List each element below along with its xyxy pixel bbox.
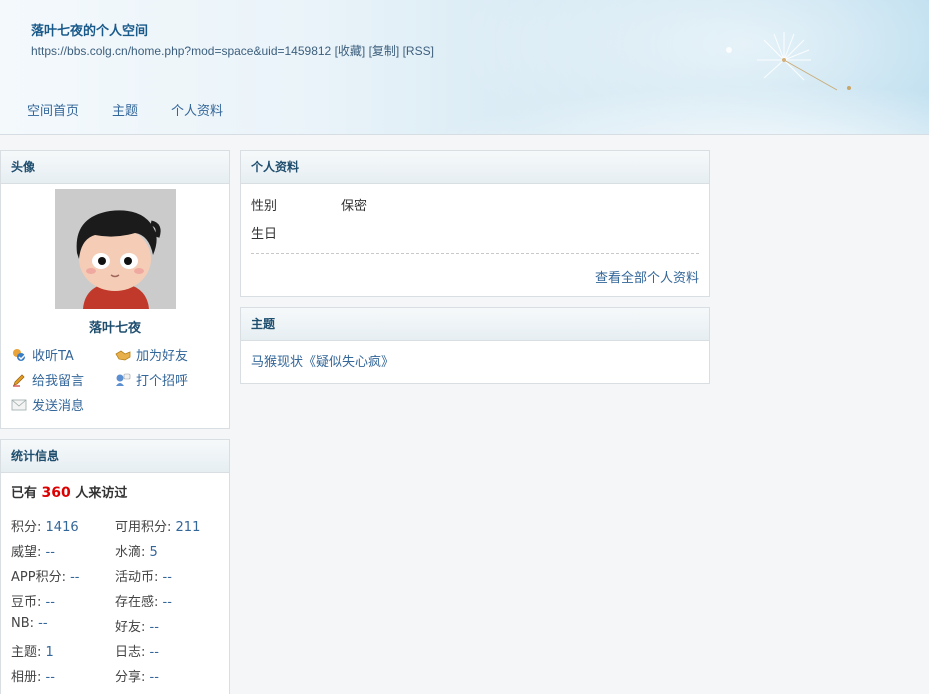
stat-value[interactable]: 5 [150,545,158,560]
profile-panel-heading: 个人资料 [241,151,709,184]
visits-summary: 已有 360 人来访过 [11,482,127,501]
stat-item: 好友: -- [115,616,159,635]
stat-label: 水滴: [115,545,146,560]
visits-count: 360 [41,485,71,501]
stats-panel-heading: 统计信息 [1,440,229,473]
rss-link[interactable]: [RSS] [403,44,434,58]
profile-divider [251,253,699,254]
stat-label: 日志: [115,645,146,660]
stat-value[interactable]: -- [163,570,172,585]
avatar[interactable] [55,189,176,309]
handshake-icon [115,348,131,362]
visits-prefix: 已有 [11,486,38,501]
stat-value[interactable]: -- [163,595,172,610]
dandelion-decoration [726,32,851,91]
space-nav: 空间首页 主题 个人资料 [27,100,256,119]
stat-value[interactable]: 211 [176,520,201,535]
stat-label: 可用积分: [115,520,172,535]
view-all-profile-link[interactable]: 查看全部个人资料 [595,267,699,286]
stat-label: APP积分: [11,570,66,585]
stat-label: 积分: [11,520,42,535]
stat-value[interactable]: -- [70,570,79,585]
topics-panel: 主题 马猴现状《疑似失心疯》 [240,307,710,384]
stat-value[interactable]: -- [150,620,159,635]
stat-label: 活动币: [115,570,159,585]
stat-label: 主题: [11,645,42,660]
pencil-icon [11,373,27,387]
nav-space-home[interactable]: 空间首页 [27,100,79,119]
stat-item: 存在感: -- [115,591,172,610]
birthday-label: 生日 [251,227,278,242]
stat-item: 活动币: -- [115,566,172,585]
follow-label: 收听TA [32,349,74,364]
nav-profile[interactable]: 个人资料 [171,100,223,119]
stats-panel: 统计信息 已有 360 人来访过 积分: 1416 可用积分: 211 威望: … [0,439,230,694]
stat-item: 可用积分: 211 [115,516,200,535]
send-message-button[interactable]: 发送消息 [11,395,84,414]
stat-item: 威望: -- [11,541,55,560]
stat-item: 豆币: -- [11,591,55,610]
stat-item: 日志: -- [115,641,159,660]
stat-label: 威望: [11,545,42,560]
copy-link[interactable]: [复制] [369,44,400,58]
stat-item: 主题: 1 [11,641,54,660]
send-message-label: 发送消息 [32,399,85,414]
stat-label: 相册: [11,670,42,685]
stat-item: NB: -- [11,616,48,631]
stat-label: NB: [11,616,35,631]
add-friend-label: 加为好友 [136,349,189,364]
avatar-panel: 头像 落叶七夜 收听TA 加为好友 给我留言 打个招呼 发送消息 [0,150,230,429]
stat-value[interactable]: -- [46,545,55,560]
add-friend-button[interactable]: 加为好友 [115,345,188,364]
stat-label: 好友: [115,620,146,635]
greet-label: 打个招呼 [136,374,189,389]
stat-value[interactable]: 1416 [46,520,79,535]
greet-button[interactable]: 打个招呼 [115,370,188,389]
gender-value: 保密 [341,199,368,214]
nav-topics[interactable]: 主题 [112,100,138,119]
avatar-panel-heading: 头像 [1,151,229,184]
stat-item: 水滴: 5 [115,541,158,560]
topics-panel-heading: 主题 [241,308,709,341]
stat-value[interactable]: -- [38,616,47,631]
stat-value[interactable]: -- [150,670,159,685]
visits-suffix: 人来访过 [75,486,128,501]
greet-icon [115,373,131,387]
stat-value[interactable]: -- [46,670,55,685]
stat-item: 积分: 1416 [11,516,79,535]
profile-panel: 个人资料 性别 保密 生日 查看全部个人资料 [240,150,710,297]
username[interactable]: 落叶七夜 [1,317,229,336]
space-url-line: https://bbs.colg.cn/home.php?mod=space&u… [31,42,434,59]
avatar-image [55,189,176,309]
follow-button[interactable]: 收听TA [11,345,74,364]
stat-label: 存在感: [115,595,159,610]
space-header: 落叶七夜的个人空间 https://bbs.colg.cn/home.php?m… [0,0,929,135]
stat-label: 分享: [115,670,146,685]
leave-message-button[interactable]: 给我留言 [11,370,84,389]
stat-value[interactable]: -- [46,595,55,610]
stat-label: 豆币: [11,595,42,610]
leave-message-label: 给我留言 [32,374,85,389]
stat-item: 分享: -- [115,666,159,685]
stat-item: APP积分: -- [11,566,79,585]
stat-value[interactable]: 1 [46,645,54,660]
bookmark-link[interactable]: [收藏] [335,44,366,58]
envelope-icon [11,398,27,412]
gender-label: 性别 [251,199,278,214]
follow-icon [11,348,27,362]
stat-item: 相册: -- [11,666,55,685]
stat-value[interactable]: -- [150,645,159,660]
space-url: https://bbs.colg.cn/home.php?mod=space&u… [31,44,332,58]
space-title: 落叶七夜的个人空间 [31,24,149,39]
topic-link[interactable]: 马猴现状《疑似失心疯》 [251,351,394,370]
